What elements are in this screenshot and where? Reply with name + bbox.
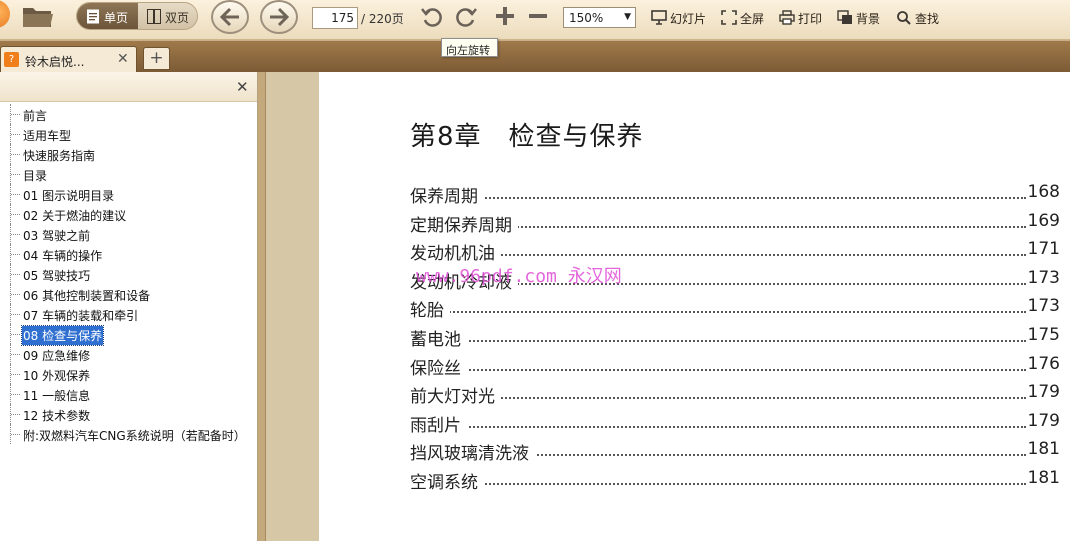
rotate-left-icon	[421, 8, 442, 27]
toc-entry[interactable]: 空调系统 181	[410, 468, 1060, 493]
new-tab-button[interactable]: +	[143, 47, 170, 70]
find-label: 查找	[915, 12, 940, 26]
bookmark-item[interactable]: 附:双燃料汽车CNG系统说明（若配备时）	[10, 424, 256, 444]
toc-entry[interactable]: 前大灯对光 179	[410, 382, 1060, 408]
close-sidebar-icon[interactable]: ✕	[236, 78, 249, 96]
rotate-right-icon	[456, 8, 477, 27]
background-label: 背景	[856, 12, 881, 26]
sidebar-splitter[interactable]	[258, 72, 266, 541]
close-tab-icon[interactable]: ✕	[117, 51, 129, 67]
fullscreen-icon	[721, 10, 737, 25]
bookmark-item[interactable]: 前言	[10, 104, 256, 124]
zoom-select[interactable]: 150% ▼	[563, 7, 636, 28]
slideshow-label: 幻灯片	[670, 12, 707, 26]
toc-entry[interactable]: 雨刮片 179	[410, 410, 1060, 436]
bookmark-item[interactable]: 02 关于燃油的建议	[10, 204, 256, 224]
document-tab[interactable]: ? 铃木启悦... ✕	[0, 46, 137, 72]
bookmark-item[interactable]: 03 驾驶之前	[10, 224, 256, 244]
chevron-down-icon: ▼	[624, 12, 631, 22]
arrow-right-icon	[270, 7, 290, 27]
previous-page-button[interactable]	[211, 0, 249, 34]
bookmark-item[interactable]: 快速服务指南	[10, 144, 256, 164]
print-label: 打印	[798, 12, 823, 26]
document-tab-icon: ?	[4, 52, 19, 67]
zoom-out-button[interactable]	[527, 5, 551, 29]
bookmark-item[interactable]: 10 外观保养	[10, 364, 256, 384]
pdf-page: 第8章 检查与保养 保养周期 168 定期保养周期 169 发动机机油 171 发动机…	[319, 72, 1070, 541]
toolbar: 单页 双页 175 / 220页 150% ▼ 幻灯片 全屏 打印 背景 查找	[0, 0, 1070, 40]
double-page-button[interactable]: 双页	[138, 3, 197, 29]
toc-entry[interactable]: 保养周期 168	[410, 182, 1060, 207]
toc-entry[interactable]: 定期保养周期 169	[410, 210, 1060, 236]
bookmark-item[interactable]: 01 图示说明目录	[10, 184, 256, 204]
app-logo-icon[interactable]	[0, 0, 10, 28]
toc-entry[interactable]: 轮胎 173	[410, 296, 1060, 322]
toc-entry[interactable]: 挡风玻璃清洗液 181	[410, 439, 1060, 465]
double-page-icon	[147, 9, 161, 24]
double-page-label: 双页	[165, 11, 190, 25]
page-number-input[interactable]: 175	[312, 7, 358, 29]
bookmark-item[interactable]: 09 应急维修	[10, 344, 256, 364]
bookmark-item[interactable]: 04 车辆的操作	[10, 244, 256, 264]
single-page-button[interactable]: 单页	[77, 3, 138, 29]
view-mode-toggle: 单页 双页	[76, 2, 198, 30]
page-total-label: / 220页	[361, 12, 404, 26]
tab-bar: ? 铃木启悦... ✕ +	[0, 41, 1070, 72]
rotate-left-tooltip: 向左旋转	[441, 38, 498, 57]
zoom-in-button[interactable]	[494, 5, 518, 29]
bookmark-item[interactable]: 06 其他控制装置和设备	[10, 284, 256, 304]
bookmark-sidebar: ✕ 前言 适用车型 快速服务指南 目录 01 图示说明目录 02 关于燃油的建议…	[0, 72, 258, 541]
toc-entry[interactable]: 蓄电池 175	[410, 325, 1060, 350]
rotate-left-button[interactable]	[420, 5, 444, 29]
background-icon	[837, 10, 852, 24]
single-page-label: 单页	[104, 11, 129, 25]
open-folder-icon[interactable]	[20, 2, 56, 32]
chapter-title: 第8章 检查与保养	[410, 122, 644, 152]
zoom-value: 150%	[569, 11, 604, 25]
bookmark-item[interactable]: 12 技术参数	[10, 404, 256, 424]
minus-icon	[529, 14, 547, 18]
bookmark-item-selected[interactable]: 08 检查与保养	[10, 324, 256, 346]
slideshow-icon	[651, 10, 667, 25]
printer-icon	[779, 10, 795, 25]
arrow-left-icon	[219, 7, 239, 27]
watermark-text: www.96pdf.com 永汉网	[416, 266, 622, 287]
bookmark-item[interactable]: 目录	[10, 164, 256, 184]
bookmark-item[interactable]: 适用车型	[10, 124, 256, 144]
sidebar-header: ✕	[0, 72, 257, 102]
bookmark-item[interactable]: 05 驾驶技巧	[10, 264, 256, 284]
toc-entry[interactable]: 发动机机油 171	[410, 239, 1060, 265]
search-icon	[897, 11, 911, 25]
fullscreen-label: 全屏	[740, 12, 765, 26]
document-tab-title: 铃木启悦...	[25, 55, 85, 69]
single-page-icon	[87, 9, 99, 24]
bookmark-item[interactable]: 07 车辆的装载和牵引	[10, 304, 256, 324]
next-page-button[interactable]	[260, 0, 298, 34]
toc-entry[interactable]: 保险丝 176	[410, 353, 1060, 379]
bookmark-item[interactable]: 11 一般信息	[10, 384, 256, 404]
rotate-right-button[interactable]	[454, 5, 478, 29]
plus-icon	[496, 7, 514, 25]
